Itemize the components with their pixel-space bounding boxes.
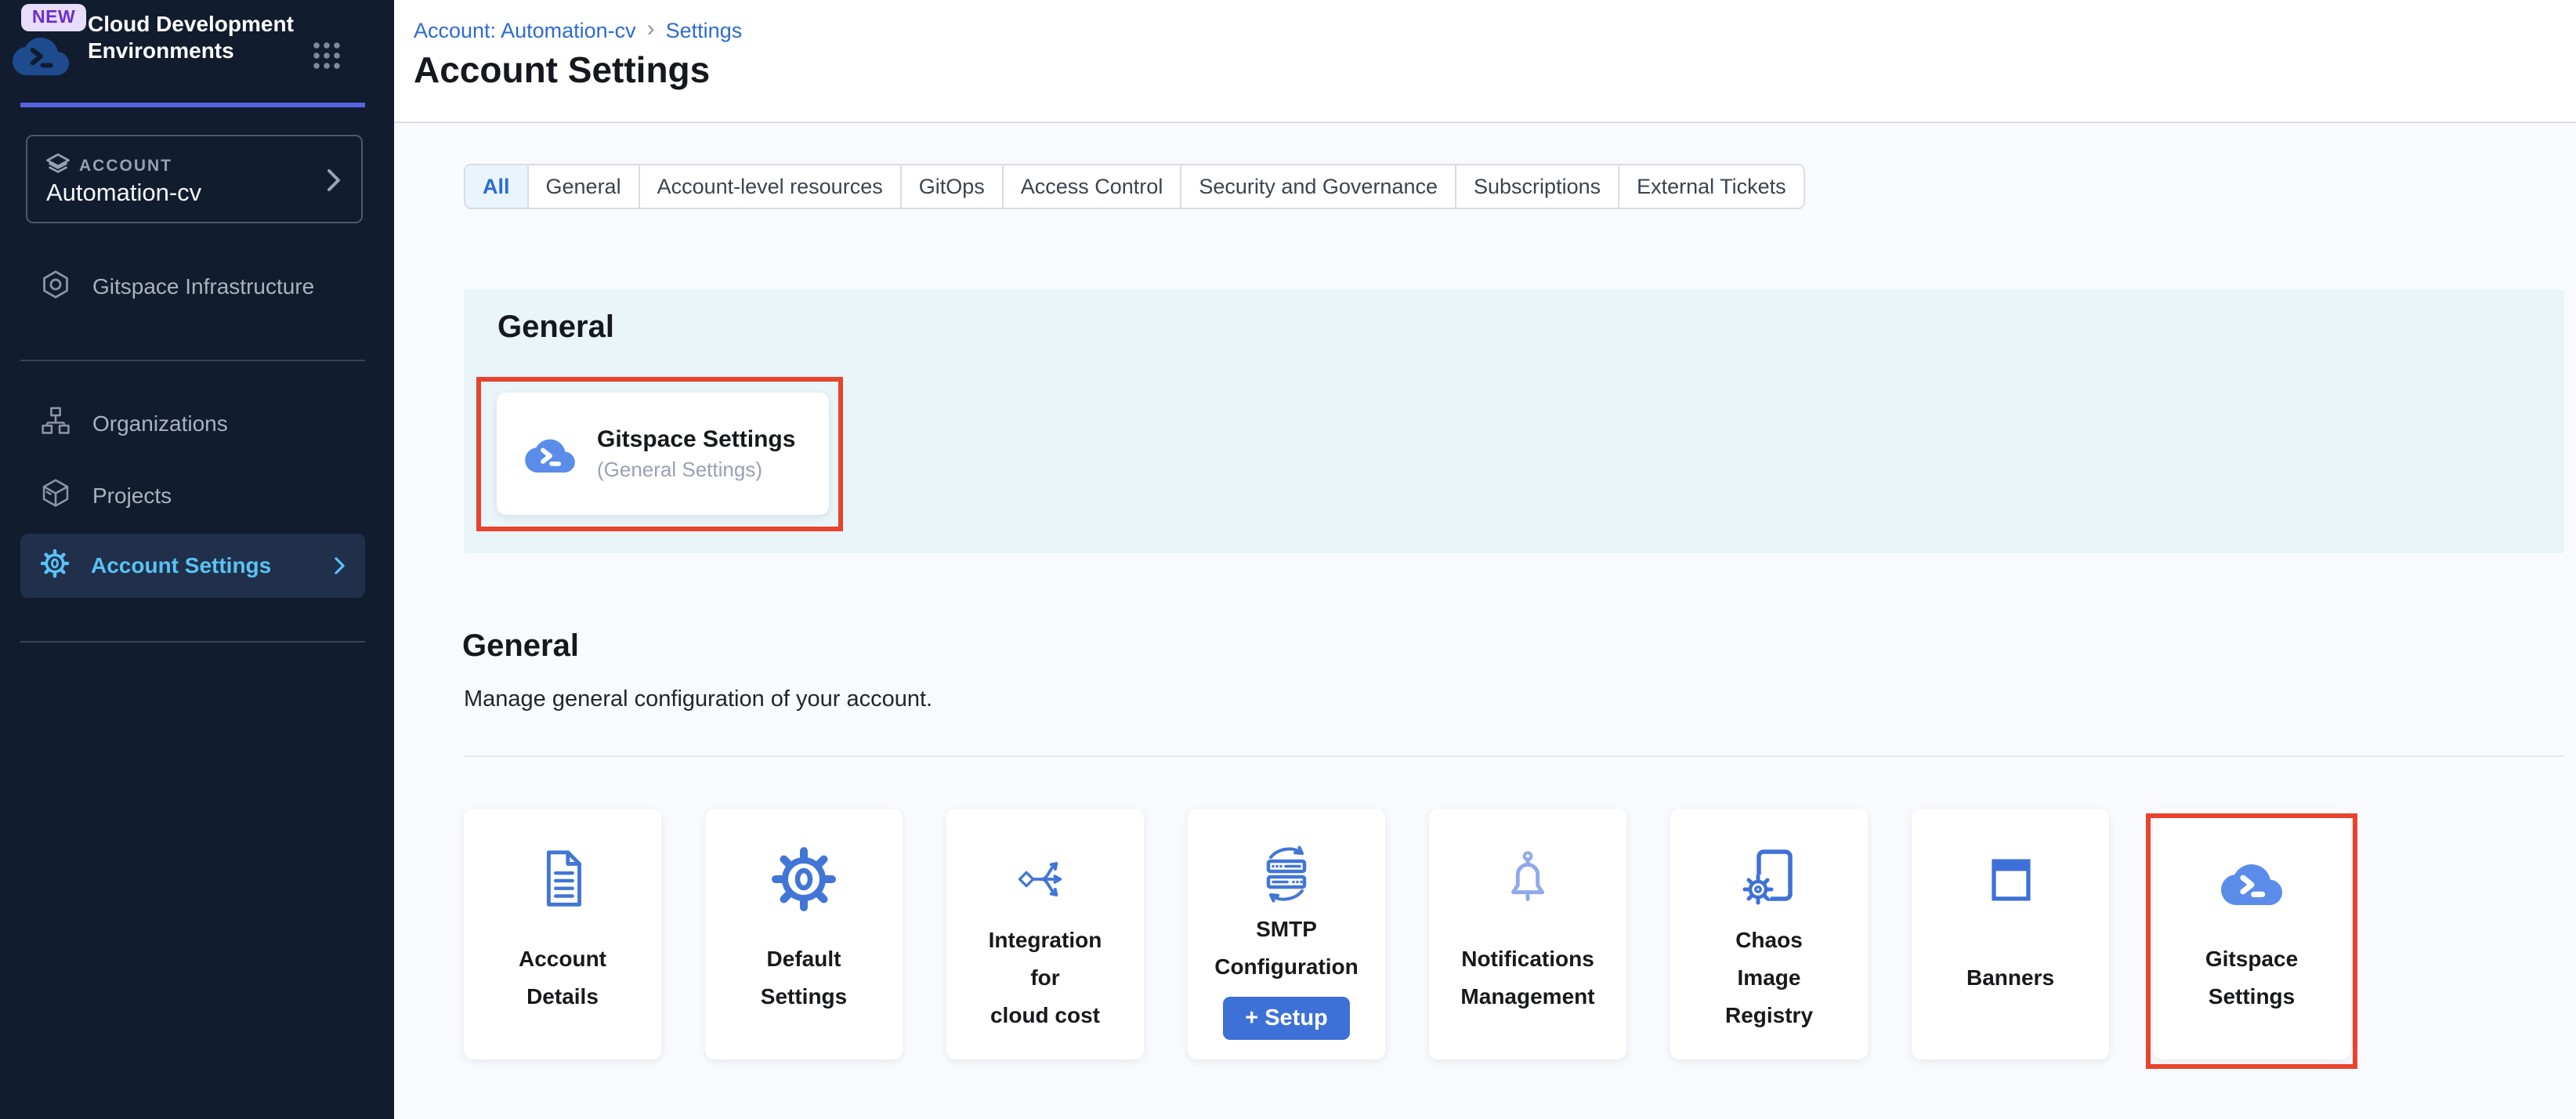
card-label: Default Settings [761, 940, 847, 1016]
image-registry-gear-icon [1734, 840, 1804, 918]
gear-icon [39, 548, 71, 585]
tab-subscriptions[interactable]: Subscriptions [1455, 165, 1618, 208]
smtp-configuration-card[interactable]: SMTP Configuration + Setup [1188, 809, 1385, 1059]
tab-account-level-resources[interactable]: Account-level resources [639, 165, 900, 208]
card-label: Chaos Image Registry [1725, 922, 1813, 1034]
account-details-card[interactable]: Account Details [464, 809, 661, 1059]
card-label: Integration for cloud cost [989, 922, 1102, 1034]
branch-arrows-icon [1011, 840, 1079, 918]
layers-icon [46, 154, 70, 179]
general-section-heading: General [462, 628, 579, 664]
sidebar: NEW Cloud Development Environments [0, 0, 394, 1119]
account-selector[interactable]: ACCOUNT Automation-cv [26, 135, 363, 223]
hexagon-node-icon [39, 268, 72, 306]
cloud-dev-environments-app: NEW Cloud Development Environments [0, 0, 2576, 1119]
sidebar-item-label: Account Settings [91, 553, 271, 578]
sidebar-item-label: Projects [92, 483, 172, 509]
sidebar-item-gitspace-infrastructure[interactable]: Gitspace Infrastructure [20, 255, 365, 319]
tab-general[interactable]: General [527, 165, 639, 208]
sidebar-item-organizations[interactable]: Organizations [20, 392, 365, 456]
gitspace-settings-card[interactable]: Gitspace Settings [2153, 809, 2350, 1059]
settings-cards-row: Account Details Default Settings [464, 809, 2350, 1059]
card-label: Banners [1966, 959, 2054, 997]
settings-tabbar: All General Account-level resources GitO… [464, 164, 1805, 209]
org-hierarchy-icon [39, 405, 72, 444]
card-label: Account Details [519, 940, 606, 1016]
new-badge: NEW [21, 4, 86, 31]
tab-all[interactable]: All [465, 165, 527, 208]
cloud-terminal-icon [2221, 840, 2282, 918]
tab-gitops[interactable]: GitOps [900, 165, 1002, 208]
gitspace-settings-feature-card[interactable]: Gitspace Settings (General Settings) [497, 393, 829, 515]
sidebar-item-label: Gitspace Infrastructure [92, 274, 314, 299]
document-icon [528, 840, 597, 918]
integration-cloud-cost-card[interactable]: Integration for cloud cost [946, 809, 1144, 1059]
sidebar-item-projects[interactable]: Projects [20, 464, 365, 528]
breadcrumb-settings-link[interactable]: Settings [666, 19, 743, 43]
sidebar-divider [20, 641, 365, 643]
gear-icon [769, 840, 839, 918]
card-label: Notifications Management [1460, 940, 1594, 1016]
chevron-right-icon [325, 166, 342, 198]
feature-card-title: Gitspace Settings [597, 426, 795, 453]
account-scope-label: ACCOUNT [79, 157, 172, 176]
sidebar-item-label: Organizations [92, 411, 228, 436]
default-settings-card[interactable]: Default Settings [705, 809, 903, 1059]
bell-icon [1493, 840, 1562, 918]
tab-external-tickets[interactable]: External Tickets [1618, 165, 1804, 208]
notifications-management-card[interactable]: Notifications Management [1429, 809, 1626, 1059]
sidebar-accent-underline [20, 103, 365, 107]
general-section-description: Manage general configuration of your acc… [464, 686, 932, 712]
chaos-image-registry-card[interactable]: Chaos Image Registry [1670, 809, 1868, 1059]
chevron-right-icon [333, 555, 346, 577]
card-label: Gitspace Settings [2205, 940, 2298, 1016]
tab-access-control[interactable]: Access Control [1002, 165, 1181, 208]
banners-card[interactable]: Banners [1912, 809, 2109, 1059]
band-section-heading: General [497, 310, 614, 345]
breadcrumb: Account: Automation-cv › Settings [414, 17, 742, 44]
sidebar-item-account-settings[interactable]: Account Settings [20, 534, 365, 598]
general-highlight-section: General Gitspace Settings (General Setti… [464, 289, 2564, 553]
feature-card-subtitle: (General Settings) [597, 458, 795, 482]
card-label: SMTP Configuration [1214, 911, 1359, 986]
sidebar-divider [20, 360, 365, 361]
cloud-terminal-icon [525, 431, 575, 476]
main-content: Account: Automation-cv › Settings Accoun… [394, 0, 2576, 1119]
banner-window-icon [1977, 840, 2044, 918]
cube-icon [39, 477, 72, 516]
breadcrumb-account-link[interactable]: Account: Automation-cv [414, 19, 636, 43]
page-title: Account Settings [414, 49, 710, 91]
cloud-terminal-logo-icon [13, 28, 69, 79]
mail-server-sync-icon [1251, 840, 1322, 911]
chevron-separator-icon: › [647, 17, 655, 44]
page-header: Account: Automation-cv › Settings Accoun… [394, 0, 2576, 123]
smtp-setup-button[interactable]: + Setup [1223, 997, 1350, 1040]
app-grid-icon[interactable] [312, 41, 342, 74]
account-name: Automation-cv [46, 179, 201, 207]
section-divider [464, 755, 2564, 757]
tab-security-and-governance[interactable]: Security and Governance [1180, 165, 1455, 208]
product-title: Cloud Development Environments [88, 11, 299, 64]
